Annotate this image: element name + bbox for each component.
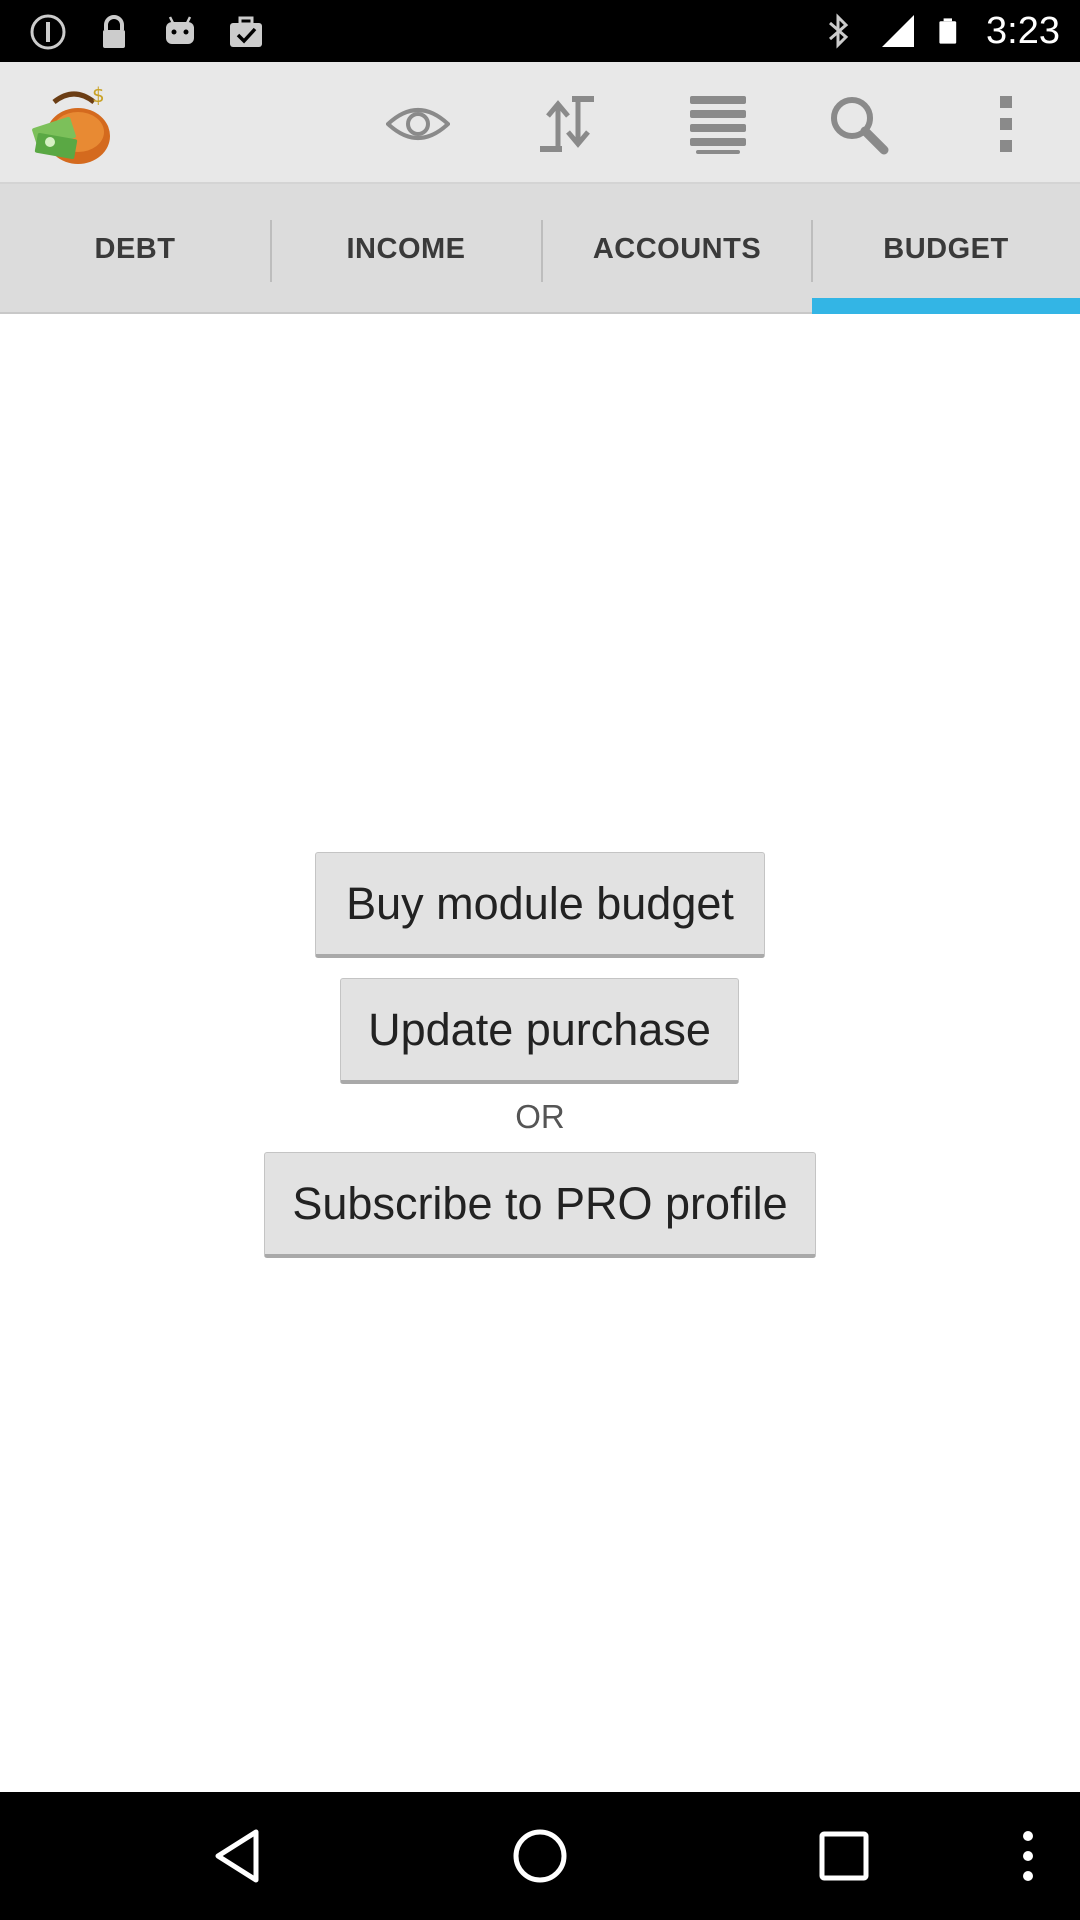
buy-module-budget-button[interactable]: Buy module budget [315,852,765,958]
budget-content: Buy module budget Update purchase OR Sub… [0,314,1080,1792]
svg-text:$: $ [92,83,105,107]
tab-accounts-label: ACCOUNTS [592,232,762,265]
tab-budget[interactable]: BUDGET [812,184,1080,314]
tab-income-label: INCOME [346,232,466,265]
notification-icon [30,14,66,50]
eye-icon[interactable] [386,92,450,156]
tab-accounts[interactable]: ACCOUNTS [542,184,812,314]
signal-icon [882,15,915,47]
android-icon [166,16,194,44]
home-icon[interactable] [510,1826,570,1886]
list-icon[interactable] [686,92,750,156]
or-separator-text: OR [515,1098,565,1135]
app-logo-wallet-icon[interactable]: $ [28,80,120,168]
subscribe-pro-profile-button[interactable]: Subscribe to PRO profile [264,1152,816,1258]
selected-tab-indicator [812,298,1080,314]
lock-icon [103,15,125,48]
menu-icon[interactable] [998,1826,1058,1886]
action-bar: $ [0,62,1080,184]
recents-icon[interactable] [814,1826,874,1886]
navigation-bar [0,1792,1080,1920]
search-icon[interactable] [826,92,890,156]
status-time: 3:23 [986,10,1060,52]
battery-icon [939,18,957,44]
status-bar: 3:23 [0,0,1080,62]
overflow-menu-icon[interactable] [974,92,1038,156]
briefcase-check-icon [230,16,262,47]
tab-income[interactable]: INCOME [271,184,541,314]
tab-debt-label: DEBT [94,232,176,265]
tab-budget-label: BUDGET [883,232,1009,265]
bluetooth-icon [829,13,849,49]
tab-debt[interactable]: DEBT [0,184,270,314]
update-purchase-button[interactable]: Update purchase [340,978,739,1084]
tab-bar: DEBT INCOME ACCOUNTS BUDGET [0,184,1080,314]
sort-icon[interactable] [536,92,600,156]
back-icon[interactable] [208,1826,268,1886]
